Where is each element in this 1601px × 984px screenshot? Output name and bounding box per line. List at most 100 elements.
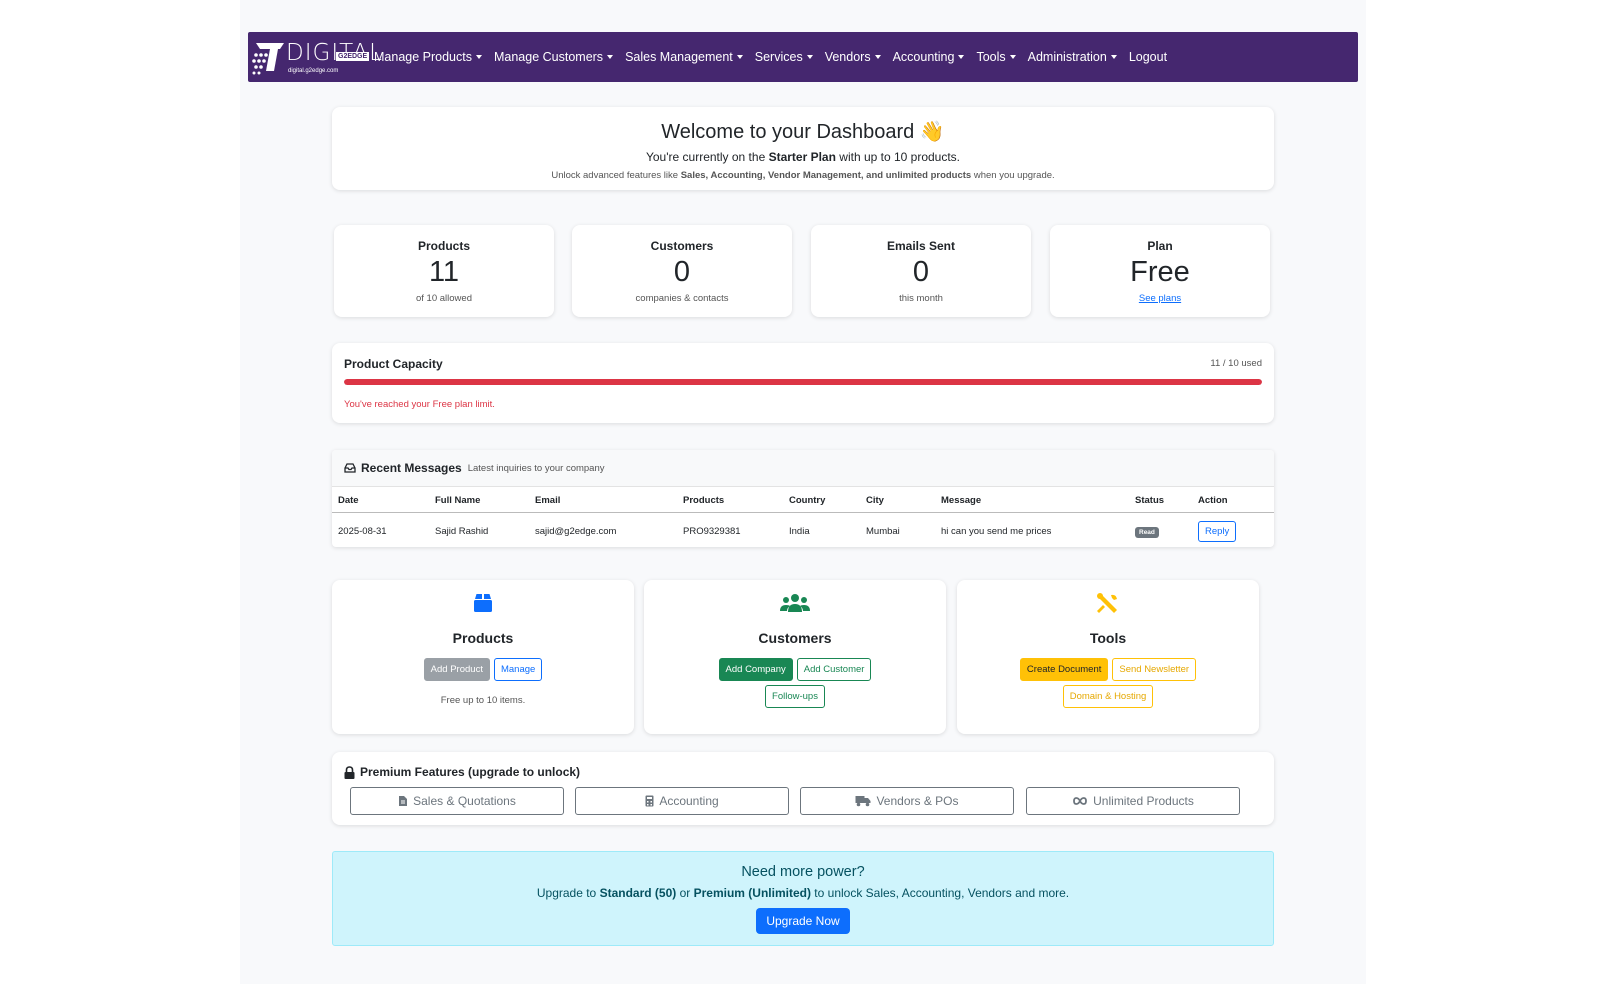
- col-products: Products: [677, 487, 783, 513]
- stat-value: 11: [428, 256, 460, 288]
- brand-logo[interactable]: DIGITAL G2EDGE digital.g2edge.com: [250, 36, 382, 78]
- add-company-button[interactable]: Add Company: [718, 658, 793, 681]
- domain-hosting-button[interactable]: Domain & Hosting: [1062, 685, 1154, 708]
- standard-plan: Standard (50): [599, 886, 677, 900]
- tools-feature-card: Tools Create Document Send Newsletter Do…: [957, 580, 1259, 734]
- capacity-title: Product Capacity: [344, 357, 443, 371]
- col-action: Action: [1192, 487, 1274, 513]
- cell-date: 2025-08-31: [338, 526, 387, 537]
- nav-administration[interactable]: Administration: [1028, 50, 1117, 64]
- plan-info: You're currently on the Starter Plan wit…: [645, 150, 961, 164]
- nav-logout[interactable]: Logout: [1129, 50, 1167, 64]
- upgrade-now-button[interactable]: Upgrade Now: [756, 908, 850, 934]
- cell-action: Reply: [1192, 513, 1274, 551]
- col-country: Country: [783, 487, 860, 513]
- premium-vendors-button[interactable]: Vendors & POs: [800, 787, 1014, 815]
- logo-mark-icon: [252, 43, 284, 75]
- col-city: City: [860, 487, 935, 513]
- nav-vendors[interactable]: Vendors: [825, 50, 881, 64]
- capacity-progress-fill: [344, 379, 1262, 385]
- infinity-icon: [1073, 797, 1088, 805]
- tools-icon: [1097, 593, 1117, 613]
- products-note: Free up to 10 items.: [440, 695, 526, 706]
- cell-message: hi can you send me prices: [941, 526, 1052, 537]
- caret-down-icon: [958, 55, 965, 59]
- truck-icon: [855, 796, 871, 807]
- stat-sub: companies & contacts: [635, 293, 729, 304]
- stat-label: Plan: [1147, 239, 1173, 253]
- follow-ups-button[interactable]: Follow-ups: [765, 685, 825, 708]
- messages-title: Recent Messages: [361, 461, 462, 475]
- cell-name: Sajid Rashid: [435, 526, 489, 537]
- premium-unlimited-button[interactable]: Unlimited Products: [1026, 787, 1240, 815]
- welcome-title: Welcome to your Dashboard 👋: [661, 121, 945, 143]
- upgrade-banner: Need more power? Upgrade to Standard (50…: [332, 851, 1274, 946]
- stat-card-products: Products 11 of 10 allowed: [334, 225, 554, 317]
- caret-down-icon: [607, 55, 614, 59]
- status-badge: Read: [1135, 526, 1159, 538]
- feature-title: Customers: [758, 630, 832, 646]
- box-icon: [474, 594, 492, 612]
- manage-products-button[interactable]: Manage: [493, 658, 543, 681]
- inbox-icon: [344, 463, 356, 473]
- nav-tools[interactable]: Tools: [976, 50, 1016, 64]
- nav-menu: Manage Products Manage Customers Sales M…: [374, 50, 1179, 64]
- col-status: Status: [1129, 487, 1192, 513]
- cell-email: sajid@g2edge.com: [535, 526, 617, 537]
- caret-down-icon: [1110, 55, 1117, 59]
- premium-plan: Premium (Unlimited): [693, 886, 811, 900]
- nav-services[interactable]: Services: [755, 50, 813, 64]
- stat-value: 0: [912, 256, 930, 288]
- people-icon: [780, 594, 810, 612]
- add-customer-button[interactable]: Add Customer: [796, 658, 872, 681]
- calculator-icon: [645, 795, 654, 807]
- stat-card-emails: Emails Sent 0 this month: [811, 225, 1031, 317]
- premium-accounting-button[interactable]: Accounting: [575, 787, 789, 815]
- premium-features-card: Premium Features (upgrade to unlock) Sal…: [332, 752, 1274, 825]
- col-full-name: Full Name: [429, 487, 529, 513]
- stat-sub: of 10 allowed: [416, 293, 472, 304]
- page-container: DIGITAL G2EDGE digital.g2edge.com Manage…: [240, 0, 1366, 984]
- feature-title: Tools: [1089, 630, 1127, 646]
- nav-sales-management[interactable]: Sales Management: [625, 50, 743, 64]
- stat-label: Products: [417, 239, 470, 253]
- table-row: 2025-08-31 Sajid Rashid sajid@g2edge.com…: [332, 513, 1274, 551]
- premium-sales-button[interactable]: Sales & Quotations: [350, 787, 564, 815]
- nav-manage-products[interactable]: Manage Products: [374, 50, 482, 64]
- product-capacity-card: Product Capacity 11 / 10 used You've rea…: [332, 343, 1274, 423]
- messages-table: Date Full Name Email Products Country Ci…: [332, 487, 1274, 550]
- logo-url: digital.g2edge.com: [288, 68, 339, 74]
- create-document-button[interactable]: Create Document: [1019, 658, 1109, 681]
- col-message: Message: [935, 487, 1129, 513]
- messages-header: Recent Messages Latest inquiries to your…: [332, 450, 1274, 487]
- stat-value: 0: [673, 256, 691, 288]
- col-email: Email: [529, 487, 677, 513]
- plan-name: Starter Plan: [768, 150, 836, 164]
- table-header-row: Date Full Name Email Products Country Ci…: [332, 487, 1274, 513]
- nav-accounting[interactable]: Accounting: [893, 50, 965, 64]
- logo-badge: G2EDGE: [336, 52, 370, 61]
- nav-manage-customers[interactable]: Manage Customers: [494, 50, 614, 64]
- cell-city: Mumbai: [866, 526, 900, 537]
- send-newsletter-button[interactable]: Send Newsletter: [1112, 658, 1197, 681]
- reply-button[interactable]: Reply: [1198, 521, 1237, 542]
- col-date: Date: [332, 487, 429, 513]
- cell-products: PRO9329381: [683, 526, 741, 537]
- see-plans-link[interactable]: See plans: [1050, 293, 1270, 304]
- stat-card-plan: Plan Free See plans: [1050, 225, 1270, 317]
- add-product-button[interactable]: Add Product: [423, 658, 490, 681]
- stat-card-customers: Customers 0 companies & contacts: [572, 225, 792, 317]
- stat-value: Free: [1130, 256, 1190, 288]
- products-feature-card: Products Add Product Manage Free up to 1…: [332, 580, 634, 734]
- upgrade-title: Need more power?: [741, 864, 865, 880]
- cell-status: Read: [1129, 513, 1192, 551]
- capacity-progress-bar: [344, 379, 1262, 385]
- top-navbar: DIGITAL G2EDGE digital.g2edge.com Manage…: [248, 32, 1358, 82]
- caret-down-icon: [874, 55, 881, 59]
- caret-down-icon: [475, 55, 482, 59]
- stat-label: Customers: [650, 239, 714, 253]
- messages-subtitle: Latest inquiries to your company: [467, 462, 605, 474]
- capacity-used: 11 / 10 used: [1210, 358, 1262, 369]
- caret-down-icon: [736, 55, 743, 59]
- caret-down-icon: [806, 55, 813, 59]
